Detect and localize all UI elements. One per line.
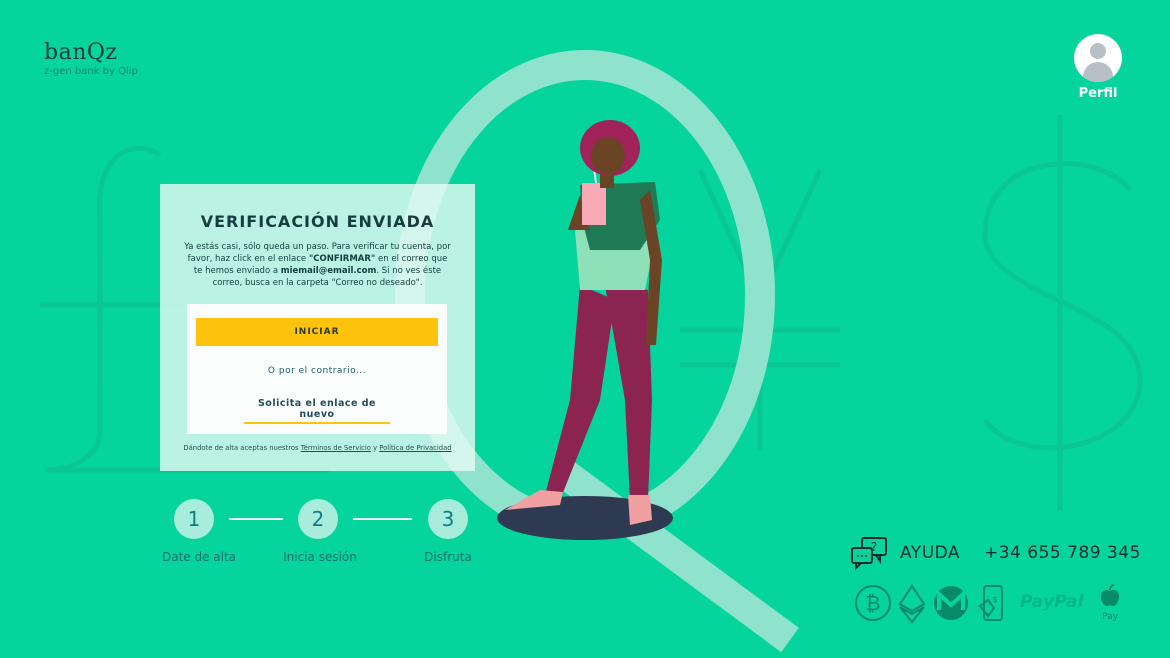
step-1-label: Date de alta (161, 550, 237, 564)
card-message: Ya estás casi, sólo queda un paso. Para … (184, 241, 451, 289)
apple-pay-logo: Pay (1098, 584, 1122, 622)
confirm-emphasis: "CONFIRMAR" (308, 254, 376, 264)
actions-panel: INICIAR O por el contrario... Solicita e… (187, 304, 447, 434)
start-button[interactable]: INICIAR (196, 318, 438, 346)
svg-text:$: $ (992, 595, 997, 604)
bitcoin-icon: ₿ (855, 585, 891, 621)
step-2-label: Inicia sesión (283, 550, 357, 564)
step-3-label: Disfruta (424, 550, 472, 564)
svg-text:₿: ₿ (866, 591, 881, 615)
mobile-payment-icon: $ (978, 585, 1003, 621)
brand-logo[interactable]: banQz z-gen bank by Qlip (44, 40, 138, 77)
profile-label: Perfil (1078, 86, 1118, 101)
terms-prefix: Dándote de alta aceptas nuestros (183, 444, 301, 452)
step-2-circle: 2 (298, 499, 338, 539)
terms-and: y (370, 444, 380, 452)
verification-card: VERIFICACIÓN ENVIADA Ya estás casi, sólo… (160, 184, 475, 471)
card-title: VERIFICACIÓN ENVIADA (200, 212, 435, 231)
brand-name: banQz (44, 40, 118, 65)
step-1-circle: 1 (174, 499, 214, 539)
help-chat-icon[interactable]: ? (850, 536, 890, 570)
brand-tagline: z-gen bank by Qlip (44, 66, 138, 77)
email-address: miemail@email.com (280, 266, 377, 276)
step-connector (353, 518, 412, 520)
profile-button[interactable]: Perfil (1074, 34, 1122, 101)
monero-icon (934, 586, 968, 620)
step-3-circle: 3 (428, 499, 468, 539)
terms-of-service-link[interactable]: Términos de Servicio (301, 444, 371, 452)
help-phone[interactable]: +34 655 789 345 (984, 543, 1141, 563)
avatar-icon[interactable] (1074, 34, 1122, 82)
privacy-policy-link[interactable]: Política de Privacidad (379, 444, 451, 452)
paypal-logo: PayPal (1020, 592, 1084, 612)
apple-pay-label: Pay (1102, 612, 1118, 622)
apple-icon (1100, 584, 1120, 607)
or-text: O por el contrario... (267, 366, 367, 376)
ethereum-icon (898, 584, 926, 624)
terms-text: Dándote de alta aceptas nuestros Término… (160, 444, 475, 452)
step-connector (229, 518, 283, 520)
help-label[interactable]: AYUDA (900, 543, 960, 563)
resend-link[interactable]: Solicita el enlace de nuevo (244, 398, 390, 424)
